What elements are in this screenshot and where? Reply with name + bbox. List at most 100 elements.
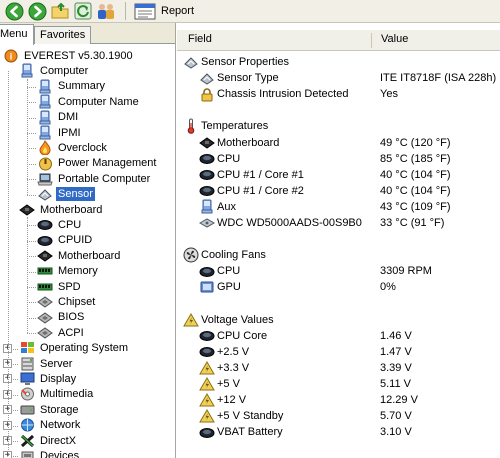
table-row[interactable]: +5 V Standby 5.70 V xyxy=(177,408,500,424)
report-button[interactable]: Report xyxy=(132,1,198,21)
tree-item-chipset[interactable]: Chipset xyxy=(37,294,97,309)
tree-connector xyxy=(27,86,36,88)
up-folder-button[interactable] xyxy=(49,1,71,21)
tree-item-computer-name[interactable]: Computer Name xyxy=(37,94,141,109)
tree-guide xyxy=(27,78,28,195)
tree-item-display[interactable]: Display xyxy=(19,371,78,386)
thermometer-icon xyxy=(183,118,199,135)
table-row[interactable]: CPU #1 / Core #1 40 °C (104 °F) xyxy=(177,167,500,183)
tree-connector xyxy=(13,410,18,412)
table-row[interactable]: +5 V 5.11 V xyxy=(177,376,500,392)
tree-item-cpuid[interactable]: CPUID xyxy=(37,233,94,248)
table-row[interactable]: CPU 3309 RPM xyxy=(177,263,500,279)
table-row[interactable]: CPU 85 °C (185 °F) xyxy=(177,151,500,167)
tree-item-devices[interactable]: Devices xyxy=(19,448,81,458)
tree-item-memory[interactable]: Memory xyxy=(37,264,100,279)
field-cell: CPU #1 / Core #2 xyxy=(217,184,304,197)
tree-connector xyxy=(27,256,36,258)
left-panel: Menu Favorites i EVEREST v5.30.1900 Comput… xyxy=(0,23,176,458)
tree-item-motherboard[interactable]: Motherboard xyxy=(37,248,122,263)
tree-connector xyxy=(27,117,36,119)
tree-item-portable-computer[interactable]: Portable Computer xyxy=(37,171,152,186)
value-cell: ITE IT8718F (ISA 228h) xyxy=(380,72,497,85)
folder-up-icon xyxy=(51,2,68,19)
tree-item-overclock[interactable]: Overclock xyxy=(37,140,109,156)
table-row[interactable]: +12 V 12.29 V xyxy=(177,392,500,408)
table-row[interactable]: GPU 0% xyxy=(177,279,500,295)
tree-item-label: Computer Name xyxy=(58,95,139,108)
refresh-icon xyxy=(74,2,92,20)
chip-icon xyxy=(37,217,53,232)
refresh-button[interactable] xyxy=(72,1,94,21)
section-header: Sensor Properties xyxy=(177,54,500,70)
field-cell: +5 V Standby xyxy=(217,410,284,423)
tree-item-label: Chipset xyxy=(58,295,96,308)
tree-item-motherboard[interactable]: Motherboard xyxy=(19,202,104,217)
tree-connector xyxy=(27,271,36,273)
power-icon xyxy=(37,156,53,171)
table-row[interactable]: Chassis Intrusion Detected Yes xyxy=(177,86,500,102)
table-row[interactable]: VBAT Battery 3.10 V xyxy=(177,424,500,440)
column-header-field[interactable]: Field xyxy=(188,33,212,45)
sensor-icon xyxy=(37,187,53,202)
display-icon xyxy=(19,371,35,386)
tab-favorites[interactable]: Favorites xyxy=(34,26,92,44)
tree-item-ipmi[interactable]: IPMI xyxy=(37,125,83,140)
tree-item-label: SPD xyxy=(58,280,81,293)
voltage-icon xyxy=(199,377,215,392)
tree-item-multimedia[interactable]: Multimedia xyxy=(19,387,95,402)
tree-item-directx[interactable]: DirectX xyxy=(19,433,78,448)
users-button[interactable] xyxy=(95,1,117,21)
tree-item-acpi[interactable]: ACPI xyxy=(37,325,86,340)
fan-icon xyxy=(183,247,199,263)
tree-item-label: CPU xyxy=(58,218,82,231)
tree-connector xyxy=(27,133,36,134)
back-button[interactable] xyxy=(3,1,25,21)
windows-icon xyxy=(19,341,35,356)
table-header: Field Value xyxy=(177,29,500,51)
tree-item-summary[interactable]: Summary xyxy=(37,79,107,94)
tree-item-power-management[interactable]: Power Management xyxy=(37,156,158,171)
tree-connector xyxy=(27,163,36,165)
forward-arrow-icon xyxy=(28,2,46,20)
sensor-icon xyxy=(183,55,199,70)
voltage-icon xyxy=(199,360,215,375)
back-arrow-icon xyxy=(5,2,23,20)
toolbar-separator xyxy=(125,2,126,20)
tree-item-operating-system[interactable]: Operating System xyxy=(19,341,130,356)
table-row[interactable]: WDC WD5000AADS-00S9B0 33 °C (91 °F) xyxy=(177,215,500,231)
report-icon xyxy=(134,3,156,19)
value-cell: 1.46 V xyxy=(380,329,412,342)
tab-menu[interactable]: Menu xyxy=(0,24,34,45)
column-header-value[interactable]: Value xyxy=(381,33,408,45)
tree-item-label: Power Management xyxy=(58,157,157,170)
table-row[interactable]: CPU #1 / Core #2 40 °C (104 °F) xyxy=(177,183,500,199)
tree-item-network[interactable]: Network xyxy=(19,418,82,433)
tree-item-storage[interactable]: Storage xyxy=(19,402,81,417)
column-divider[interactable] xyxy=(371,33,372,48)
tree-guide xyxy=(27,217,28,334)
tree-item-sensor[interactable]: Sensor xyxy=(37,187,95,202)
table-row[interactable]: Aux 43 °C (109 °F) xyxy=(177,199,500,215)
computer-icon xyxy=(37,110,53,125)
tree-connector xyxy=(27,194,36,196)
tree-item-computer[interactable]: Computer xyxy=(19,63,90,78)
table-row[interactable]: +2.5 V 1.47 V xyxy=(177,344,500,360)
table-row[interactable]: Sensor Type ITE IT8718F (ISA 228h) xyxy=(177,70,500,86)
tree-connector xyxy=(27,333,36,335)
table-row[interactable]: Motherboard 49 °C (120 °F) xyxy=(177,135,500,151)
tree-item-server[interactable]: Server xyxy=(19,356,74,371)
table-row[interactable]: CPU Core 1.46 V xyxy=(177,328,500,344)
tree-item-everest-v5-30-1900[interactable]: i EVEREST v5.30.1900 xyxy=(3,48,135,63)
users-icon xyxy=(98,4,114,19)
tree-item-cpu[interactable]: CPU xyxy=(37,217,83,232)
tree-item-bios[interactable]: BIOS xyxy=(37,310,86,325)
forward-button[interactable] xyxy=(26,1,48,21)
table-row[interactable]: +3.3 V 3.39 V xyxy=(177,360,500,376)
devices-icon xyxy=(19,448,35,458)
field-cell: +12 V xyxy=(217,394,247,407)
section-title: Voltage Values xyxy=(201,313,274,326)
sensor-icon xyxy=(199,71,215,86)
tree-item-dmi[interactable]: DMI xyxy=(37,110,80,125)
tree-item-spd[interactable]: SPD xyxy=(37,279,83,294)
